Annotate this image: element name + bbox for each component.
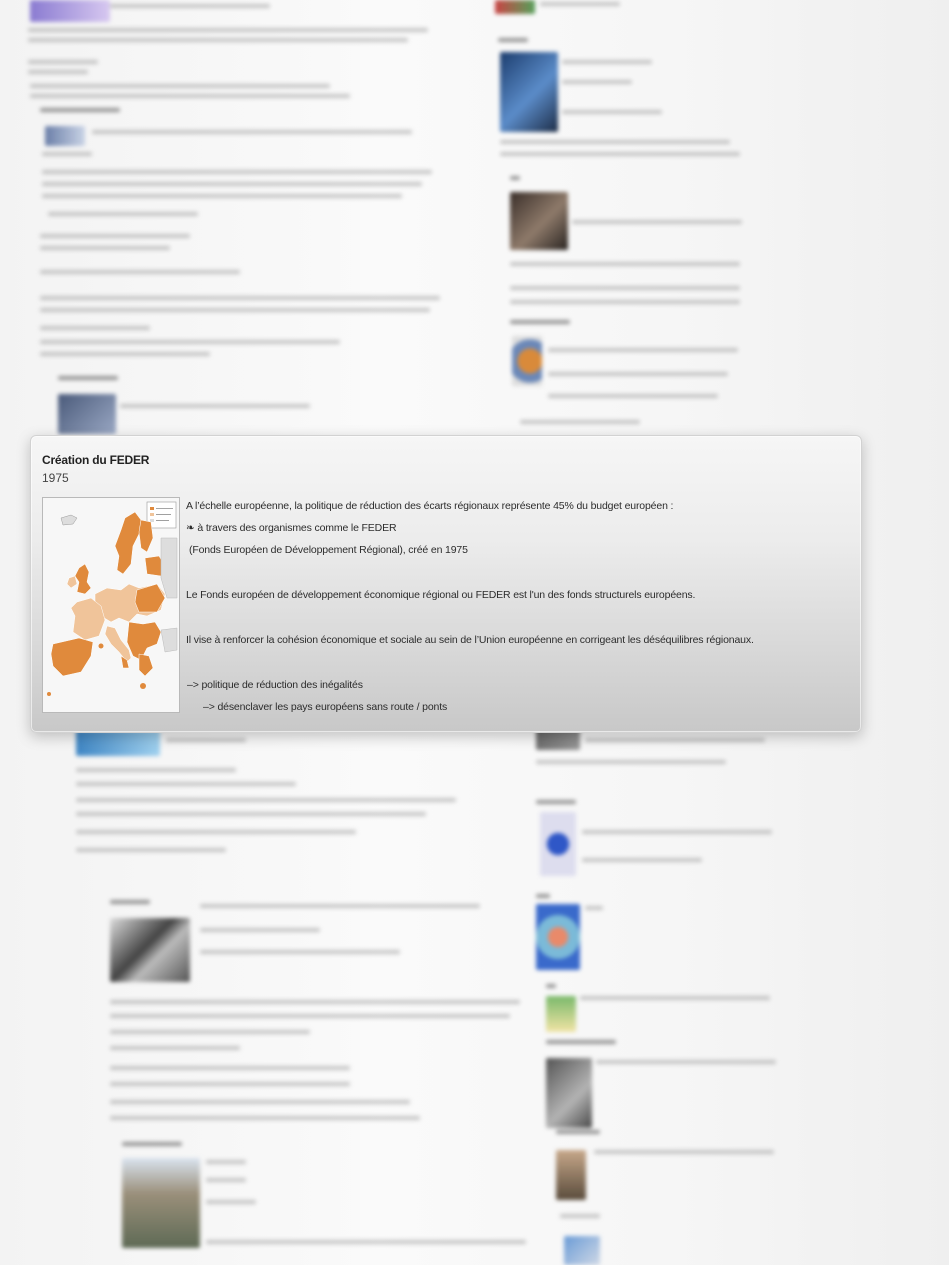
description-line: –> désenclaver les pays européens sans r… — [203, 701, 448, 713]
description-line: A l’échelle européenne, la politique de … — [186, 500, 674, 512]
description-line: –> politique de réduction des inégalités — [187, 679, 363, 691]
europe-regions-map-image[interactable] — [42, 497, 180, 713]
description-line: (Fonds Européen de Développement Régiona… — [189, 544, 468, 556]
background-thumbnail — [30, 0, 110, 22]
description-line: Il vise à renforcer la cohésion économiq… — [186, 634, 754, 646]
description-line: Le Fonds européen de développement écono… — [186, 589, 696, 601]
event-date: 1975 — [42, 471, 69, 485]
europe-map-graphic — [43, 498, 179, 712]
timeline-event-card[interactable]: Création du FEDER 1975 A l’échelle europ… — [30, 435, 862, 733]
description-line: ❧ à travers des organismes comme le FEDE… — [186, 522, 397, 534]
event-title: Création du FEDER — [42, 453, 150, 467]
